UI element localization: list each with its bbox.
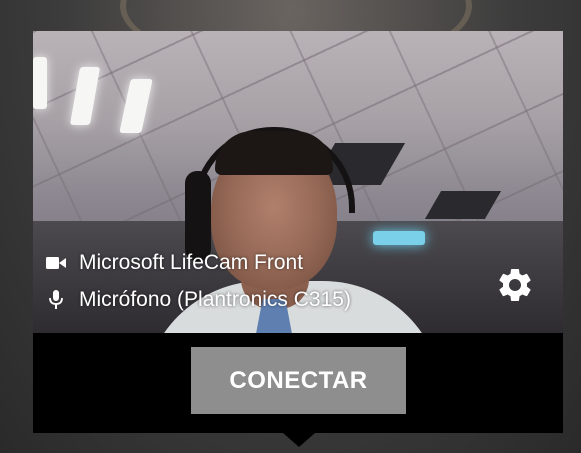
person-hair	[215, 131, 333, 175]
headset-earpiece	[185, 171, 211, 261]
videocam-icon	[43, 252, 69, 274]
gear-icon	[499, 268, 531, 301]
connect-button[interactable]: CONECTAR	[191, 347, 406, 414]
camera-preview-video: Microsoft LifeCam Front Micrófono (Plant…	[33, 31, 563, 333]
camera-source-row[interactable]: Microsoft LifeCam Front	[43, 251, 303, 275]
ceiling-light	[33, 57, 47, 109]
microphone-source-row[interactable]: Micrófono (Plantronics C315)	[43, 288, 351, 312]
camera-preview-popup: Microsoft LifeCam Front Micrófono (Plant…	[33, 31, 563, 447]
mic-icon	[43, 289, 69, 311]
popup-pointer-arrow	[283, 433, 315, 447]
ceiling-light	[373, 231, 425, 245]
settings-button[interactable]	[495, 265, 535, 305]
camera-source-label: Microsoft LifeCam Front	[79, 251, 304, 274]
microphone-source-label: Micrófono (Plantronics C315)	[79, 288, 351, 311]
